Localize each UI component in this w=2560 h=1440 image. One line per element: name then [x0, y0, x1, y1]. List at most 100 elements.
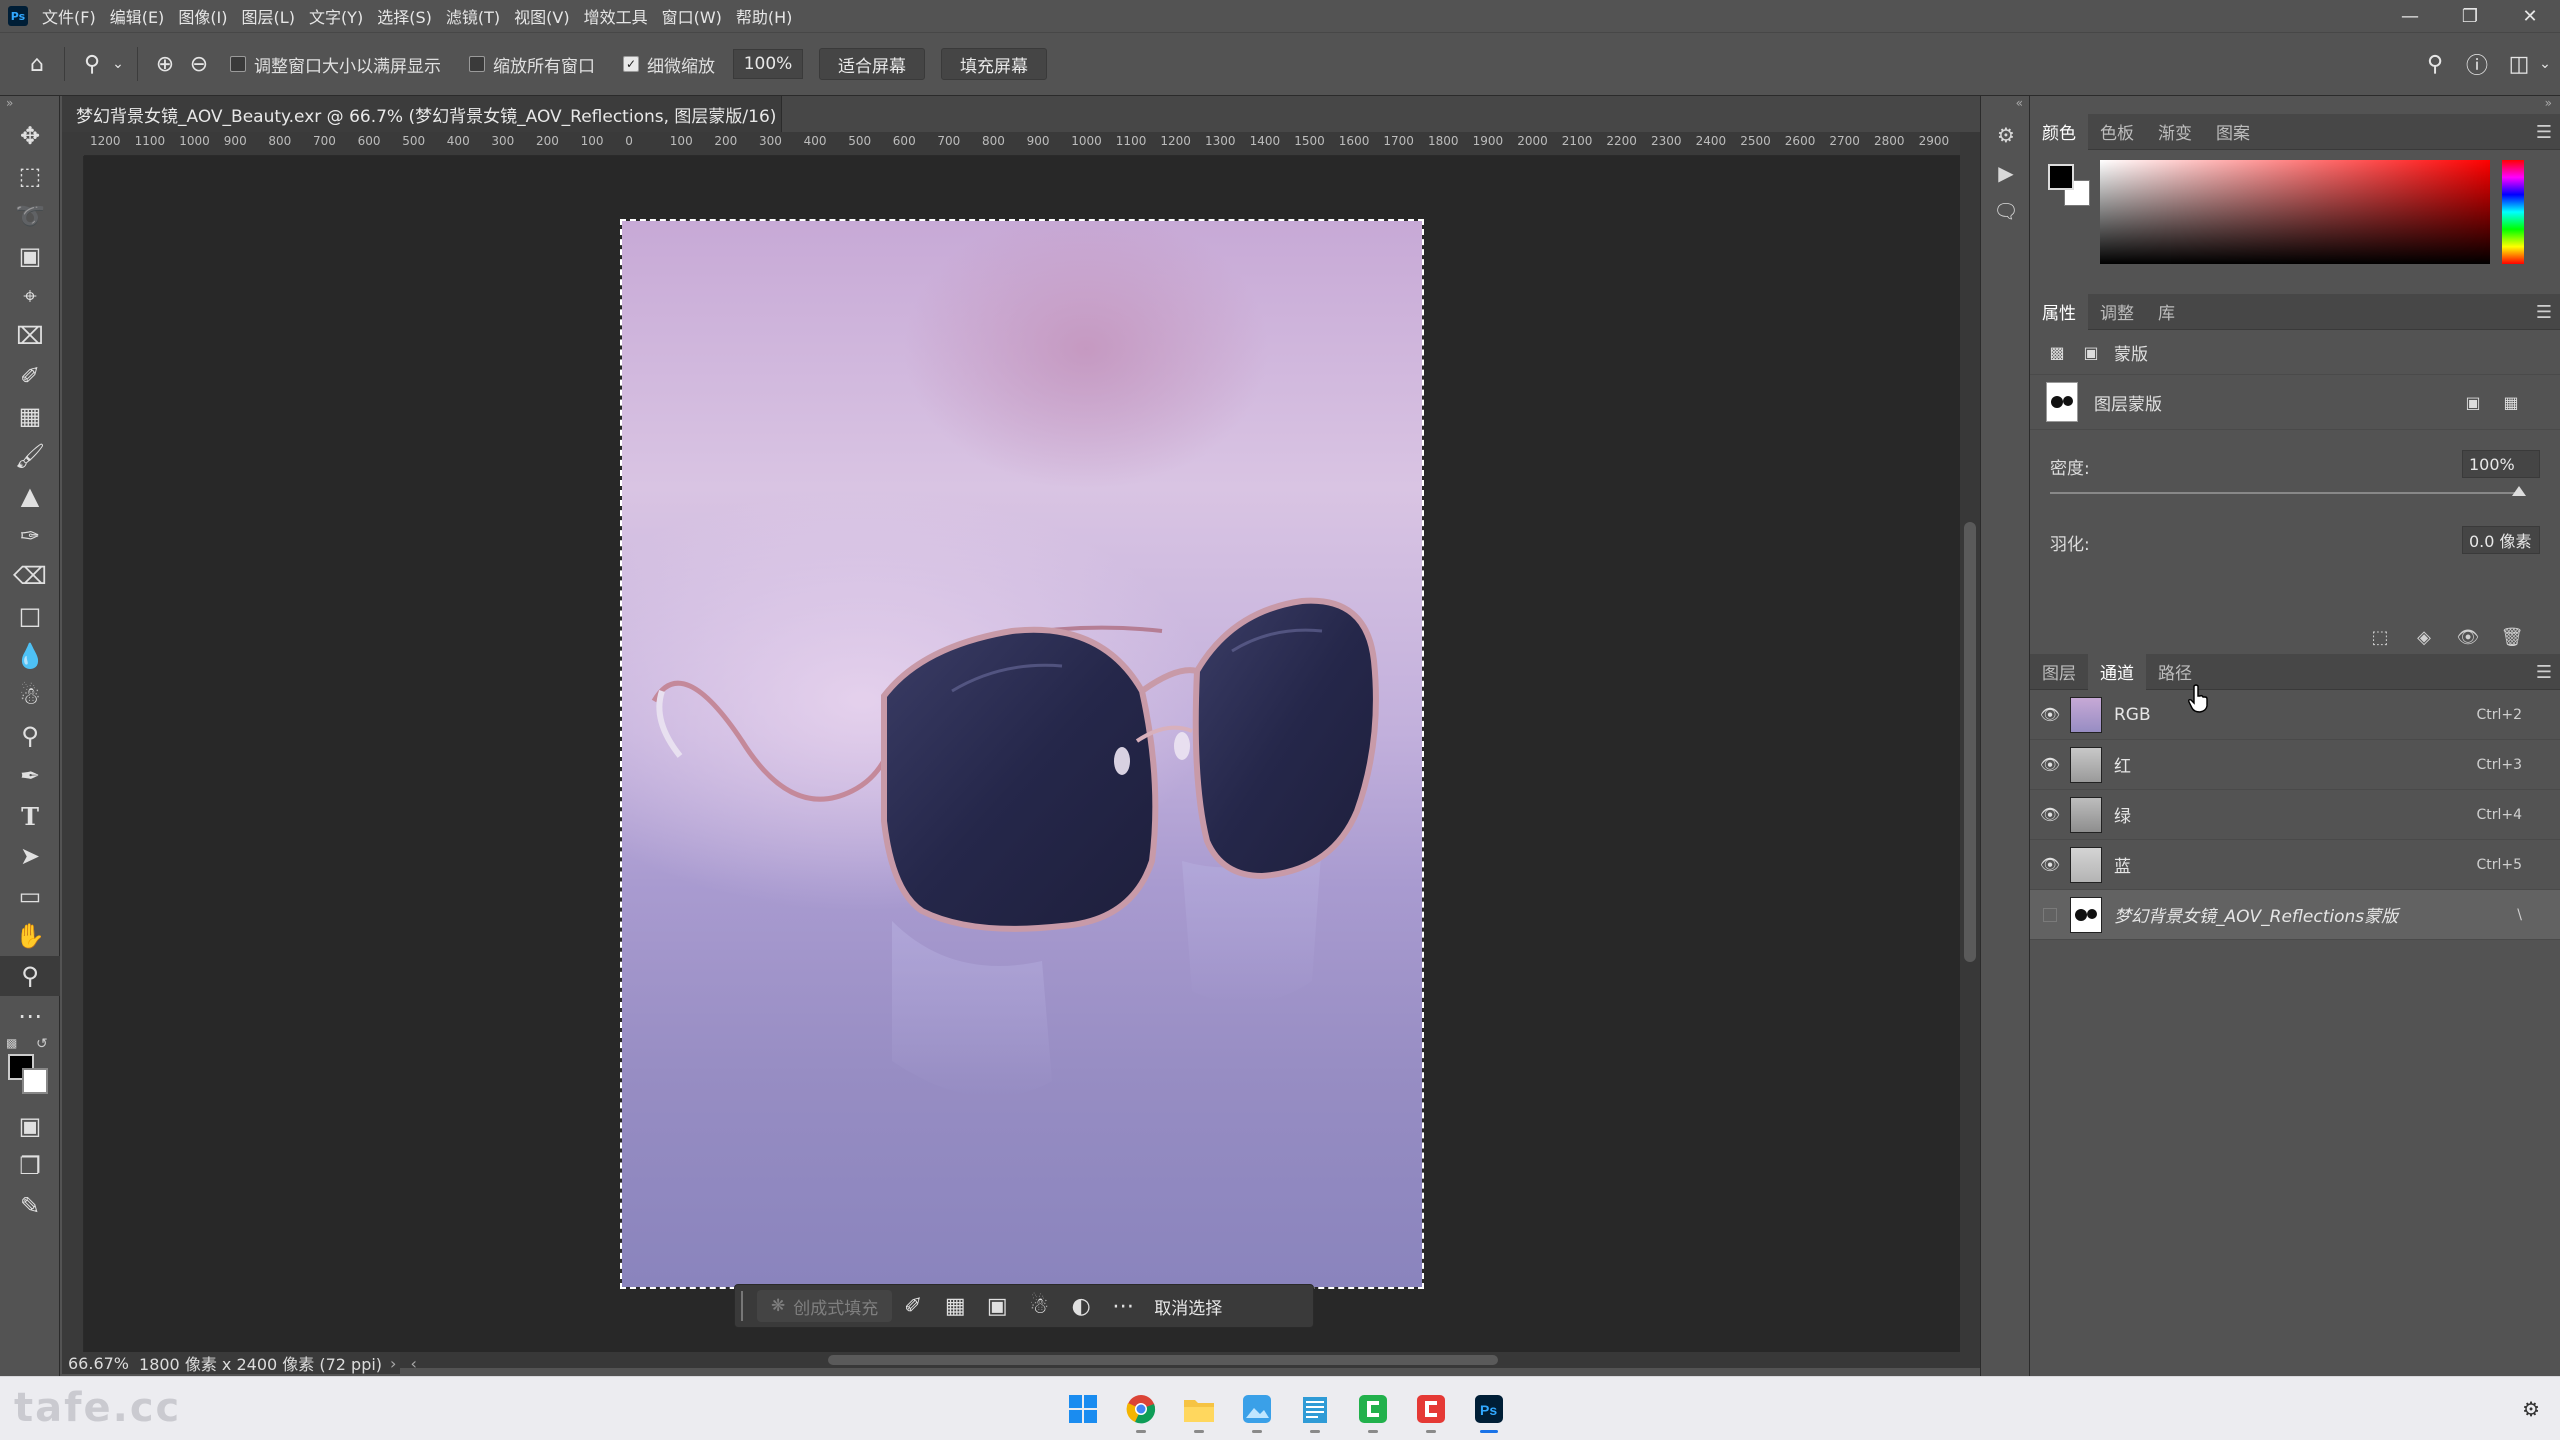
collapse-icon[interactable]: » — [0, 96, 59, 116]
clone-stamp-tool-icon[interactable]: ▲ — [0, 476, 60, 516]
horizontal-scrollbar[interactable] — [400, 1352, 1980, 1368]
history-panel-icon[interactable]: ⚙ — [1981, 116, 2031, 154]
panel-menu-icon[interactable]: ☰ — [2536, 662, 2552, 683]
canvas-area[interactable]: ❋ 创成式填充 ✐ ▦ ▣ ☃ ◐ ⋯ 取消选择 — [84, 156, 1960, 1352]
edit-toolbar-icon[interactable]: ✎ — [0, 1186, 60, 1226]
chevron-right-icon[interactable]: › — [390, 1354, 396, 1373]
tab-swatches[interactable]: 色板 — [2088, 114, 2146, 150]
color-picker-field[interactable] — [2100, 160, 2490, 264]
horizontal-scroll-thumb[interactable] — [828, 1355, 1498, 1365]
photoshop-taskbar-icon[interactable]: Ps — [1460, 1389, 1518, 1433]
load-selection-icon[interactable]: ⬚ — [2358, 620, 2402, 654]
close-window-button[interactable]: ✕ — [2500, 0, 2560, 32]
color-swatches[interactable]: ▩ ↺ — [0, 1036, 60, 1106]
channel-row-red[interactable]: 👁 红 Ctrl+3 — [2030, 740, 2560, 790]
fill-selection-icon[interactable]: ☃ — [1018, 1286, 1060, 1326]
menu-image[interactable]: 图像(I) — [178, 4, 227, 28]
quick-mask-icon[interactable]: ▣ — [0, 1106, 60, 1146]
gradient-tool-icon[interactable]: □ — [0, 596, 60, 636]
channel-row-reflections-mask[interactable]: 梦幻背景女镜_AOV_Reflections蒙版 \ — [2030, 890, 2560, 940]
tab-gradients[interactable]: 渐变 — [2146, 114, 2204, 150]
resize-windows-checkbox[interactable] — [230, 56, 246, 72]
visibility-eye-icon[interactable]: 👁 — [2446, 620, 2490, 654]
blur-tool-icon[interactable]: 💧 — [0, 636, 60, 676]
windows-start-icon[interactable] — [1054, 1389, 1112, 1429]
restore-button[interactable]: ❐ — [2440, 0, 2500, 32]
zoom-percent-field[interactable]: 100% — [733, 49, 803, 79]
visibility-eye-icon[interactable]: 👁 — [2030, 705, 2070, 724]
file-explorer-icon[interactable] — [1170, 1389, 1228, 1433]
panel-menu-icon[interactable]: ☰ — [2536, 122, 2552, 143]
collapse-icon[interactable]: « — [1981, 96, 2029, 116]
paint-bucket-tool-icon[interactable]: ☃ — [0, 676, 60, 716]
type-tool-icon[interactable]: T — [0, 796, 60, 836]
more-options-icon[interactable]: ⋯ — [1102, 1286, 1144, 1326]
tab-color[interactable]: 颜色 — [2030, 113, 2088, 150]
lasso-tool-icon[interactable]: ➰ — [0, 196, 60, 236]
tab-libraries[interactable]: 库 — [2146, 294, 2187, 330]
color-panel-foreground-swatch[interactable] — [2048, 164, 2074, 190]
menu-layer[interactable]: 图层(L) — [242, 4, 295, 28]
crop-tool-icon[interactable]: ⌖ — [0, 276, 60, 316]
tab-adjustments[interactable]: 调整 — [2088, 294, 2146, 330]
vertical-scroll-thumb[interactable] — [1964, 522, 1976, 962]
vector-mask-icon[interactable]: ▣ — [2080, 341, 2102, 363]
menu-filter[interactable]: 滤镜(T) — [446, 4, 500, 28]
scrubby-zoom-option[interactable]: ✓ 细微缩放 — [623, 52, 715, 77]
notepad-icon[interactable] — [1286, 1389, 1344, 1433]
menu-window[interactable]: 窗口(W) — [662, 4, 722, 28]
visibility-eye-icon[interactable]: 👁 — [2030, 755, 2070, 774]
horizontal-ruler[interactable]: 1200 1100 1000 900 800 700 600 500 400 300 200 100 0… — [84, 132, 1980, 156]
chevron-down-icon[interactable]: ⌄ — [109, 47, 127, 81]
comments-panel-icon[interactable]: 🗨 — [1981, 192, 2031, 230]
adjustment-layer-icon[interactable]: ◐ — [1060, 1286, 1102, 1326]
menu-view[interactable]: 视图(V) — [514, 4, 569, 28]
hand-tool-icon[interactable]: ✋ — [0, 916, 60, 956]
zoom-tool-preset-icon[interactable]: ⚲ — [75, 47, 109, 81]
actions-panel-icon[interactable]: ▶ — [1981, 154, 2031, 192]
apply-mask-icon[interactable]: ◈ — [2402, 620, 2446, 654]
collapse-panels-icon[interactable]: » — [2030, 96, 2560, 114]
fit-screen-button[interactable]: 适合屏幕 — [819, 48, 925, 80]
zoom-out-icon[interactable]: ⊖ — [182, 47, 216, 81]
vertical-scrollbar[interactable] — [1960, 132, 1980, 1352]
frame-tool-icon[interactable]: ⌧ — [0, 316, 60, 356]
zoom-in-icon[interactable]: ⊕ — [148, 47, 182, 81]
panel-menu-icon[interactable]: ☰ — [2536, 302, 2552, 323]
marquee-tool-icon[interactable]: ⬚ — [0, 156, 60, 196]
zoom-all-option[interactable]: 缩放所有窗口 — [469, 52, 595, 77]
chevron-left-icon[interactable]: ‹ — [410, 1354, 416, 1373]
screen-mode-icon[interactable]: ❐ — [0, 1146, 60, 1186]
tab-channels[interactable]: 通道 — [2088, 653, 2146, 690]
tab-layers[interactable]: 图层 — [2030, 654, 2088, 690]
feather-input[interactable]: 0.0 像素 — [2462, 526, 2540, 554]
tab-patterns[interactable]: 图案 — [2204, 114, 2262, 150]
background-color-swatch[interactable] — [22, 1068, 48, 1094]
density-slider-handle[interactable] — [2512, 486, 2526, 496]
history-brush-tool-icon[interactable]: ✑ — [0, 516, 60, 556]
photos-icon[interactable] — [1228, 1389, 1286, 1433]
chrome-icon[interactable] — [1112, 1389, 1170, 1433]
brush-tool-icon[interactable]: 🖌 — [0, 436, 60, 476]
home-icon[interactable]: ⌂ — [20, 47, 54, 81]
swap-colors-icon[interactable]: ↺ — [36, 1036, 48, 1052]
healing-brush-tool-icon[interactable]: ▦ — [0, 396, 60, 436]
more-tools-icon[interactable]: ⋯ — [0, 996, 60, 1036]
document-image[interactable] — [620, 219, 1424, 1289]
eyedropper-tool-icon[interactable]: ✐ — [0, 356, 60, 396]
layer-mask-row[interactable]: 图层蒙版 ▣ ▦ — [2030, 374, 2560, 430]
system-tray-icon[interactable]: ⚙ — [2522, 1397, 2540, 1421]
vertical-ruler[interactable] — [62, 156, 84, 1352]
drag-handle[interactable] — [741, 1291, 747, 1321]
generative-fill-button[interactable]: ❋ 创成式填充 — [757, 1290, 893, 1322]
resize-windows-option[interactable]: 调整窗口大小以满屏显示 — [230, 52, 441, 77]
default-colors-icon[interactable]: ▩ — [6, 1036, 17, 1050]
fill-screen-button[interactable]: 填充屏幕 — [941, 48, 1047, 80]
object-selection-tool-icon[interactable]: ▣ — [0, 236, 60, 276]
path-selection-tool-icon[interactable]: ➤ — [0, 836, 60, 876]
visibility-toggle[interactable] — [2030, 907, 2070, 922]
channel-row-blue[interactable]: 👁 蓝 Ctrl+5 — [2030, 840, 2560, 890]
pixel-mask-icon[interactable]: ▩ — [2046, 341, 2068, 363]
rectangle-tool-icon[interactable]: ▭ — [0, 876, 60, 916]
green-app-icon[interactable] — [1344, 1389, 1402, 1433]
